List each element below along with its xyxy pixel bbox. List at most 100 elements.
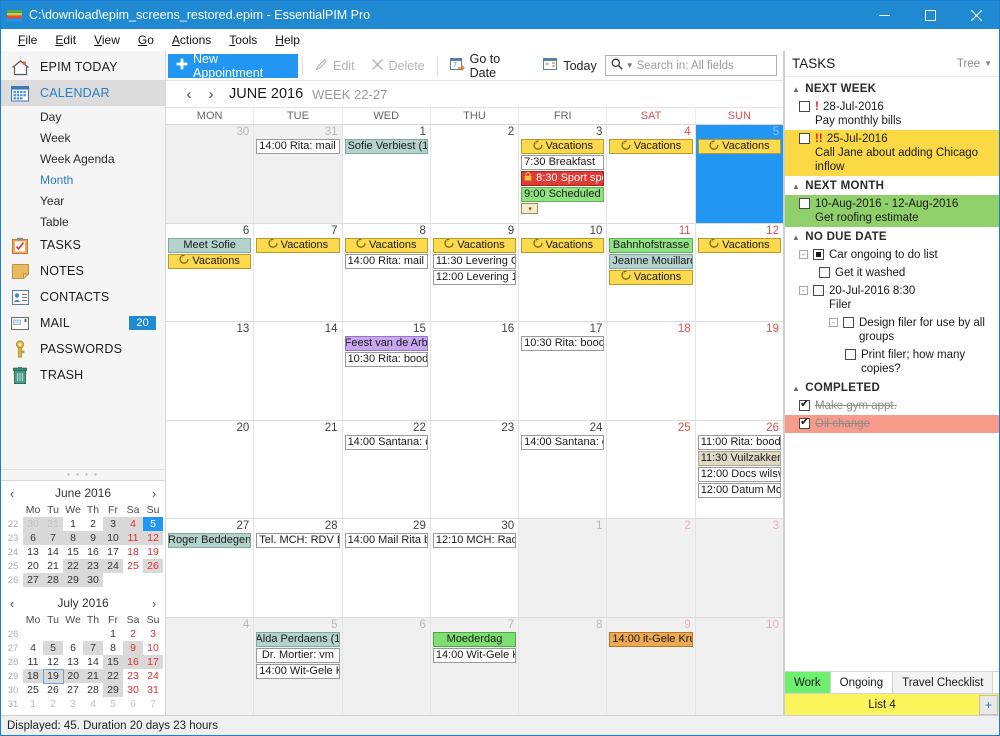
- calendar-event[interactable]: 7:30 Breakfast: [521, 155, 604, 170]
- mini-day-cell[interactable]: 12: [43, 655, 63, 669]
- calendar-event[interactable]: Vacations: [168, 254, 251, 269]
- sidebar-resize-grip[interactable]: • • • •: [1, 469, 165, 480]
- calendar-event[interactable]: 14:00 Santana: op: [521, 435, 604, 450]
- calendar-day-cell[interactable]: 4: [166, 618, 254, 716]
- calendar-day-cell[interactable]: 6Meet SofieVacations: [166, 224, 254, 322]
- sidebar-view-table[interactable]: Table: [1, 211, 165, 232]
- mini-day-cell[interactable]: 2: [123, 627, 143, 641]
- mini-day-cell[interactable]: 13: [23, 545, 43, 559]
- calendar-day-cell[interactable]: 5Alda Perdaens (1Dr. Mortier: vm14:00 Wi…: [254, 618, 342, 716]
- mini-day-cell[interactable]: 15: [103, 655, 123, 669]
- sidebar-item-contacts[interactable]: CONTACTS: [1, 284, 165, 310]
- mini-next-month-icon[interactable]: ›: [145, 486, 163, 501]
- maximize-button[interactable]: [907, 1, 953, 29]
- calendar-event[interactable]: 14:00 Mail Rita b: [345, 533, 428, 548]
- mini-day-cell[interactable]: 1: [103, 627, 123, 641]
- mini-day-cell[interactable]: 22: [103, 669, 123, 683]
- mini-day-cell[interactable]: 1: [23, 697, 43, 711]
- calendar-day-cell[interactable]: 7Moederdag14:00 Wit-Gele K: [431, 618, 519, 716]
- calendar-day-cell[interactable]: 10Vacations: [519, 224, 607, 322]
- calendar-day-cell[interactable]: 13: [166, 322, 254, 420]
- mini-day-cell[interactable]: 5: [103, 697, 123, 711]
- task-checkbox[interactable]: [799, 133, 810, 144]
- calendar-event[interactable]: 14:00 Santana: op: [345, 435, 428, 450]
- task-group-header[interactable]: ▲NEXT MONTH: [785, 176, 999, 195]
- calendar-day-cell[interactable]: 3012:10 MCH: Radi: [431, 519, 519, 617]
- tab-ongoing[interactable]: Ongoing: [831, 672, 893, 693]
- task-item[interactable]: Get it washed: [785, 264, 999, 282]
- calendar-event[interactable]: Sofie Verbiest (19: [345, 139, 428, 154]
- mini-day-cell[interactable]: 3: [63, 697, 83, 711]
- task-checkbox[interactable]: [813, 249, 824, 260]
- mini-day-cell[interactable]: 5: [143, 517, 163, 531]
- calendar-event[interactable]: Feest van de Arb: [345, 336, 428, 351]
- calendar-event[interactable]: 10:30 Rita: boods: [345, 352, 428, 367]
- tab-work[interactable]: Work: [785, 672, 831, 693]
- calendar-day-cell[interactable]: 2914:00 Mail Rita b: [343, 519, 431, 617]
- mini-prev-month-icon[interactable]: ‹: [3, 486, 21, 501]
- go-to-date-button[interactable]: 7 Go to Date: [442, 54, 536, 78]
- mini-day-cell[interactable]: 16: [123, 655, 143, 669]
- mini-day-cell[interactable]: 4: [123, 517, 143, 531]
- task-checkbox[interactable]: [799, 418, 810, 429]
- mini-prev-month-icon[interactable]: ‹: [3, 596, 21, 611]
- calendar-day-cell[interactable]: 15Feest van de Arb10:30 Rita: boods: [343, 322, 431, 420]
- calendar-event[interactable]: Vacations: [698, 238, 781, 253]
- mini-day-cell[interactable]: 20: [23, 559, 43, 573]
- mini-day-cell[interactable]: 29: [103, 683, 123, 697]
- task-checkbox[interactable]: [799, 198, 810, 209]
- calendar-event[interactable]: Meet Sofie: [168, 238, 251, 253]
- calendar-event[interactable]: 14:00 Wit-Gele K: [256, 664, 339, 679]
- mini-day-cell[interactable]: 25: [123, 559, 143, 573]
- mini-day-cell[interactable]: 28: [83, 683, 103, 697]
- task-item[interactable]: Make gym appt.: [785, 397, 999, 415]
- task-checkbox[interactable]: [819, 267, 830, 278]
- mini-day-cell[interactable]: 19: [143, 545, 163, 559]
- minimize-button[interactable]: [861, 1, 907, 29]
- calendar-day-cell[interactable]: 3: [696, 519, 783, 617]
- calendar-event[interactable]: Alda Perdaens (1: [256, 632, 339, 647]
- mini-day-cell[interactable]: 7: [143, 697, 163, 711]
- task-checkbox[interactable]: [799, 101, 810, 112]
- task-item[interactable]: -Car ongoing to do list: [785, 246, 999, 264]
- mini-day-cell[interactable]: 31: [143, 683, 163, 697]
- calendar-event[interactable]: 8:30 Sport spe: [521, 171, 604, 186]
- mini-day-cell[interactable]: 22: [63, 559, 83, 573]
- menu-go[interactable]: Go: [129, 31, 163, 49]
- mini-day-cell[interactable]: 29: [63, 573, 83, 587]
- mini-day-cell[interactable]: 4: [23, 641, 43, 655]
- calendar-day-cell[interactable]: 30: [166, 125, 254, 223]
- mini-day-cell[interactable]: 12: [143, 531, 163, 545]
- calendar-event[interactable]: 10:30 Rita: boods: [521, 336, 604, 351]
- calendar-event[interactable]: 14:00 Rita: mail b: [256, 139, 339, 154]
- task-item[interactable]: Print filer; how many copies?: [785, 346, 999, 378]
- close-button[interactable]: [953, 1, 999, 29]
- more-events-icon[interactable]: ▾: [521, 203, 538, 214]
- calendar-event[interactable]: Vacations: [698, 139, 781, 154]
- mini-day-cell[interactable]: 4: [83, 697, 103, 711]
- mini-day-cell[interactable]: 30: [123, 683, 143, 697]
- calendar-event[interactable]: Vacations: [521, 238, 604, 253]
- mini-day-cell[interactable]: 5: [43, 641, 63, 655]
- calendar-event[interactable]: Vacations: [521, 139, 604, 154]
- task-expander-icon[interactable]: -: [829, 318, 838, 327]
- calendar-day-cell[interactable]: 9Vacations11:30 Levering C12:00 Levering…: [431, 224, 519, 322]
- search-scope-chevron-icon[interactable]: ▼: [626, 61, 634, 70]
- calendar-day-cell[interactable]: 2214:00 Santana: op: [343, 421, 431, 519]
- calendar-day-cell[interactable]: 2: [607, 519, 695, 617]
- sidebar-view-year[interactable]: Year: [1, 190, 165, 211]
- sidebar-item-tasks[interactable]: TASKS: [1, 232, 165, 258]
- mini-day-cell[interactable]: 30: [23, 517, 43, 531]
- sidebar-item-calendar[interactable]: CALENDAR: [1, 80, 165, 106]
- mini-day-cell[interactable]: 26: [43, 683, 63, 697]
- new-appointment-button[interactable]: New Appointment: [168, 54, 298, 78]
- task-group-header[interactable]: ▲COMPLETED: [785, 378, 999, 397]
- calendar-day-cell[interactable]: 8Vacations14:00 Rita: mail b: [343, 224, 431, 322]
- delete-button[interactable]: Delete: [363, 54, 433, 78]
- calendar-event[interactable]: Jeanne Mouillard: [609, 254, 692, 269]
- mini-next-month-icon[interactable]: ›: [145, 596, 163, 611]
- calendar-day-cell[interactable]: 4Vacations: [607, 125, 695, 223]
- menu-file[interactable]: File: [9, 31, 46, 49]
- task-item[interactable]: !! 25-Jul-2016Call Jane about adding Chi…: [785, 130, 999, 176]
- calendar-event[interactable]: Vacations: [433, 238, 516, 253]
